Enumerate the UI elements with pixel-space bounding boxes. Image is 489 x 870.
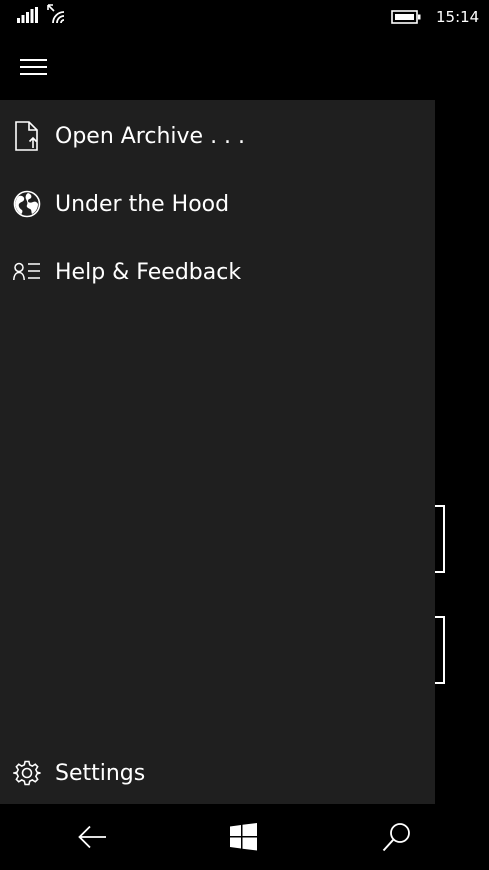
- nav-item-open-archive[interactable]: Open Archive . . .: [0, 105, 435, 167]
- nav-item-label: Open Archive . . .: [55, 123, 246, 149]
- open-file-icon: [13, 121, 41, 151]
- nav-item-label: Settings: [55, 760, 146, 786]
- background-button-edge: [435, 505, 445, 573]
- wifi-icon: [47, 4, 65, 24]
- nav-item-label: Help & Feedback: [55, 259, 242, 285]
- status-bar: 15:14: [0, 0, 489, 34]
- help-feedback-icon: [13, 258, 41, 286]
- hamburger-icon[interactable]: [20, 59, 48, 77]
- navigation-pane: Open Archive . . . Under the Hood Help &…: [0, 100, 435, 804]
- hamburger-line: [20, 59, 47, 61]
- battery-icon: [391, 10, 421, 24]
- hamburger-line: [20, 73, 47, 75]
- system-nav-bar: [0, 804, 489, 870]
- globe-icon: [13, 190, 41, 218]
- back-arrow-icon[interactable]: [76, 820, 110, 854]
- clock: 15:14: [436, 8, 480, 26]
- search-icon[interactable]: [380, 820, 414, 854]
- signal-icon: [17, 7, 38, 23]
- nav-item-settings[interactable]: Settings: [0, 742, 435, 804]
- gear-icon: [13, 759, 41, 787]
- nav-item-label: Under the Hood: [55, 191, 230, 217]
- hamburger-line: [20, 66, 47, 68]
- background-button-edge: [435, 616, 445, 684]
- windows-logo-icon[interactable]: [227, 820, 261, 854]
- nav-item-help-feedback[interactable]: Help & Feedback: [0, 241, 435, 303]
- nav-item-under-the-hood[interactable]: Under the Hood: [0, 173, 435, 235]
- phone-screen: 15:14 Open Archive . . . Under the Hood …: [0, 0, 489, 870]
